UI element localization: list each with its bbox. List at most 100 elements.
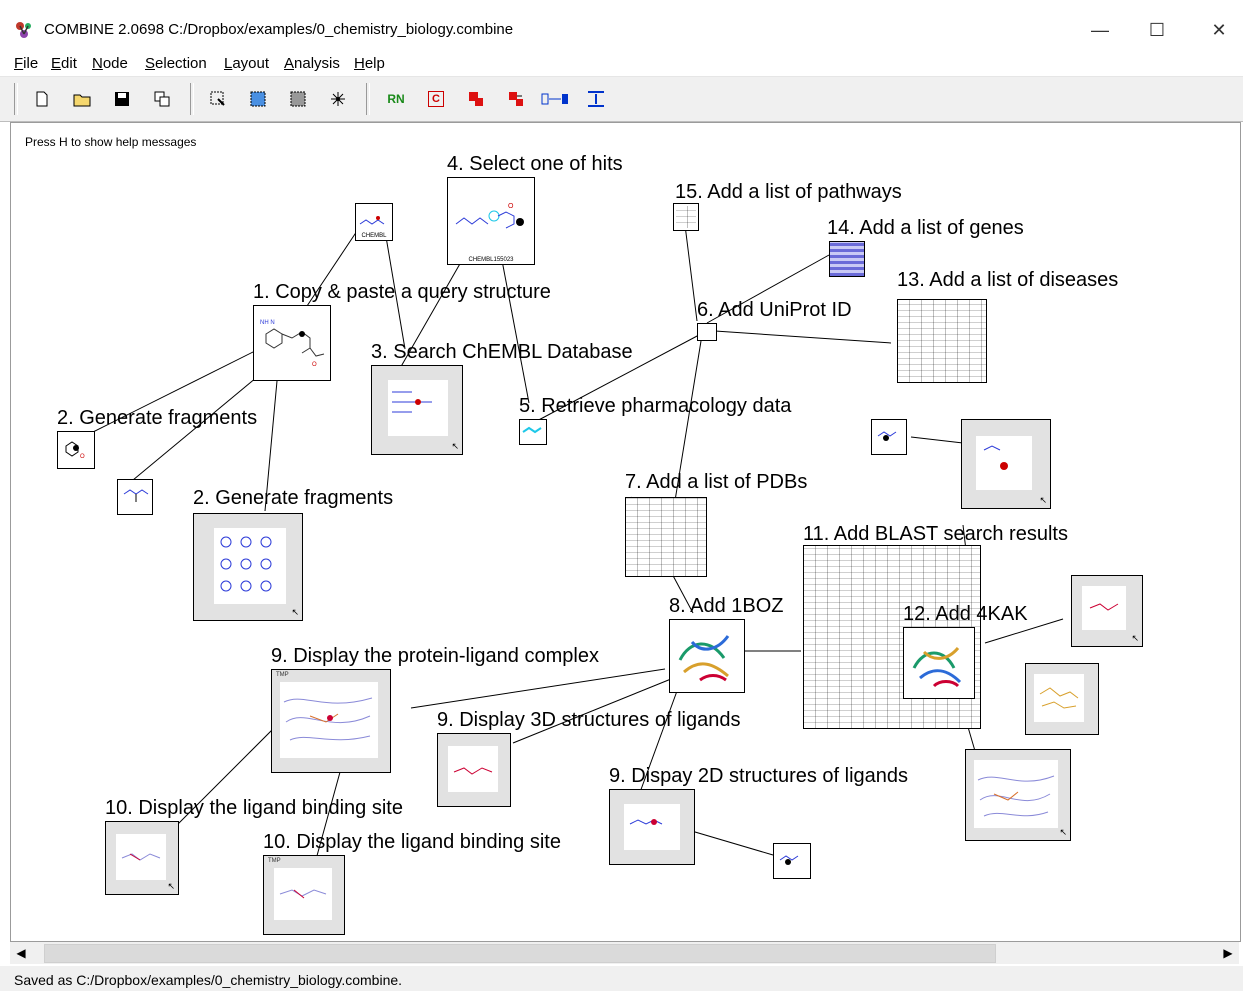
menu-layout[interactable]: Layout: [224, 55, 269, 72]
scroll-left-icon[interactable]: ◀: [10, 942, 32, 964]
molecule-icon: O: [455, 203, 524, 229]
menu-file[interactable]: File: [14, 55, 38, 72]
node-caption: CHEMBL: [361, 233, 387, 239]
chembl-result-node[interactable]: CHEMBL: [355, 203, 393, 241]
network-canvas[interactable]: Press H to show help messages NH N O CHE…: [10, 122, 1241, 942]
select-node-icon[interactable]: [208, 89, 228, 109]
ligand-3d-view: [448, 746, 498, 792]
diseases-node[interactable]: [897, 299, 987, 383]
pdb-list-node[interactable]: [625, 497, 707, 577]
ligand-3d-icon: [1089, 603, 1119, 611]
ligand-3d-view: [1082, 586, 1126, 630]
molecule-icon: O: [65, 441, 85, 460]
molecule-icon: [877, 431, 897, 441]
binding-site-4kak-node[interactable]: [1025, 663, 1099, 735]
ligand-2d-node[interactable]: [609, 789, 695, 865]
scrollbar-thumb[interactable]: [44, 944, 996, 963]
step-label: 3. Search ChEMBL Database: [371, 341, 633, 363]
menu-node[interactable]: Node: [92, 55, 128, 72]
step-label: 10. Display the ligand binding site: [105, 797, 403, 819]
chembl-search-node[interactable]: ↖: [371, 365, 463, 455]
close-button[interactable]: ✕: [1196, 14, 1242, 46]
pdb-grid: [626, 498, 706, 576]
protein-1boz-node[interactable]: [669, 619, 745, 693]
step-label: 1. Copy & paste a query structure: [253, 281, 551, 303]
step-label: 12. Add 4KAK: [903, 603, 1028, 625]
step-label: 2. Generate fragments: [57, 407, 258, 429]
ligand-table-node[interactable]: ↖: [961, 419, 1051, 509]
genes-node[interactable]: [829, 241, 865, 277]
step-label: 10. Display the ligand binding site: [263, 831, 561, 853]
menu-help[interactable]: Help: [354, 55, 385, 72]
select-all-icon[interactable]: [248, 89, 268, 109]
binding-site-view: [1034, 674, 1084, 722]
protein-complex-icon: [283, 697, 373, 741]
resize-handle-icon[interactable]: ↖: [291, 607, 299, 618]
menu-selection[interactable]: Selection: [145, 55, 207, 72]
query-structure-node[interactable]: NH N O: [253, 305, 331, 381]
ligand-3d-node[interactable]: ↖: [1071, 575, 1143, 647]
resize-handle-icon[interactable]: ↖: [167, 881, 175, 892]
pathways-node[interactable]: [673, 203, 699, 231]
fragments-grid: [214, 528, 286, 604]
expand-horizontal-icon[interactable]: [540, 89, 570, 109]
fragments-table-node[interactable]: ↖: [193, 513, 303, 621]
ligand-3d-1boz-node[interactable]: [437, 733, 511, 807]
step-label: 9. Display the protein-ligand complex: [271, 645, 599, 667]
resize-handle-icon[interactable]: ↖: [1039, 495, 1047, 506]
resize-handle-icon[interactable]: ↖: [1059, 827, 1067, 838]
edge: [910, 436, 964, 444]
molecule-grid-icon: [220, 536, 272, 592]
select-network-icon[interactable]: [328, 89, 348, 109]
red-node-icon[interactable]: [466, 89, 486, 109]
toolbar: RN C: [0, 76, 1243, 122]
app-icon: [16, 22, 31, 38]
new-file-icon[interactable]: [32, 89, 52, 109]
red-link-icon[interactable]: [506, 89, 526, 109]
svg-text:O: O: [312, 362, 317, 368]
step-label: 2. Generate fragments: [193, 487, 394, 509]
status-text: Saved as C:/Dropbox/examples/0_chemistry…: [14, 972, 403, 988]
menu-edit[interactable]: Edit: [51, 55, 77, 72]
rn-button[interactable]: RN: [384, 89, 408, 109]
step-label: 15. Add a list of pathways: [675, 181, 902, 203]
step-label: 9. Display 3D structures of ligands: [437, 709, 741, 731]
resize-handle-icon[interactable]: ↖: [451, 441, 459, 452]
fragment-node[interactable]: O: [57, 431, 95, 469]
c-button[interactable]: C: [428, 91, 444, 107]
edge: [410, 668, 666, 709]
fragment-node[interactable]: [117, 479, 153, 515]
protein-ligand-complex-node[interactable]: TMP: [271, 669, 391, 773]
select-group-icon[interactable]: [288, 89, 308, 109]
ligand-4kak-node[interactable]: [871, 419, 907, 455]
selected-hit-node[interactable]: O CHEMBL155023: [447, 177, 535, 265]
molecule-icon: [629, 819, 663, 825]
ligand-1boz-node[interactable]: [773, 843, 811, 879]
toolbar-separator: [14, 83, 18, 115]
open-folder-icon[interactable]: [72, 89, 92, 109]
minimize-button[interactable]: —: [1077, 14, 1123, 46]
molecule-icon: [983, 445, 1008, 470]
protein-complex-icon: [977, 775, 1055, 817]
binding-site-node[interactable]: ↖: [105, 821, 179, 895]
expand-vertical-icon[interactable]: [586, 89, 606, 109]
complex-4kak-node[interactable]: ↖: [965, 749, 1071, 841]
pharmacology-node[interactable]: [519, 419, 547, 445]
svg-text:NH N: NH N: [260, 320, 275, 326]
search-results-table: [388, 380, 448, 436]
binding-site-node-2[interactable]: TMP: [263, 855, 345, 935]
step-label: 13. Add a list of diseases: [897, 269, 1119, 291]
protein-4kak-node[interactable]: [903, 627, 975, 699]
step-label: 4. Select one of hits: [447, 153, 623, 175]
save-icon[interactable]: [112, 89, 132, 109]
toolbar-separator: [190, 83, 194, 115]
uniprot-node[interactable]: [697, 323, 717, 341]
molecule-icon: [123, 489, 149, 502]
maximize-button[interactable]: ☐: [1134, 14, 1180, 46]
duplicate-icon[interactable]: [152, 89, 172, 109]
menu-analysis[interactable]: Analysis: [284, 55, 340, 72]
resize-handle-icon[interactable]: ↖: [1131, 633, 1139, 644]
pathways-grid: [676, 206, 696, 228]
horizontal-scrollbar[interactable]: ◀ ▶: [10, 942, 1239, 964]
scroll-right-icon[interactable]: ▶: [1217, 942, 1239, 964]
